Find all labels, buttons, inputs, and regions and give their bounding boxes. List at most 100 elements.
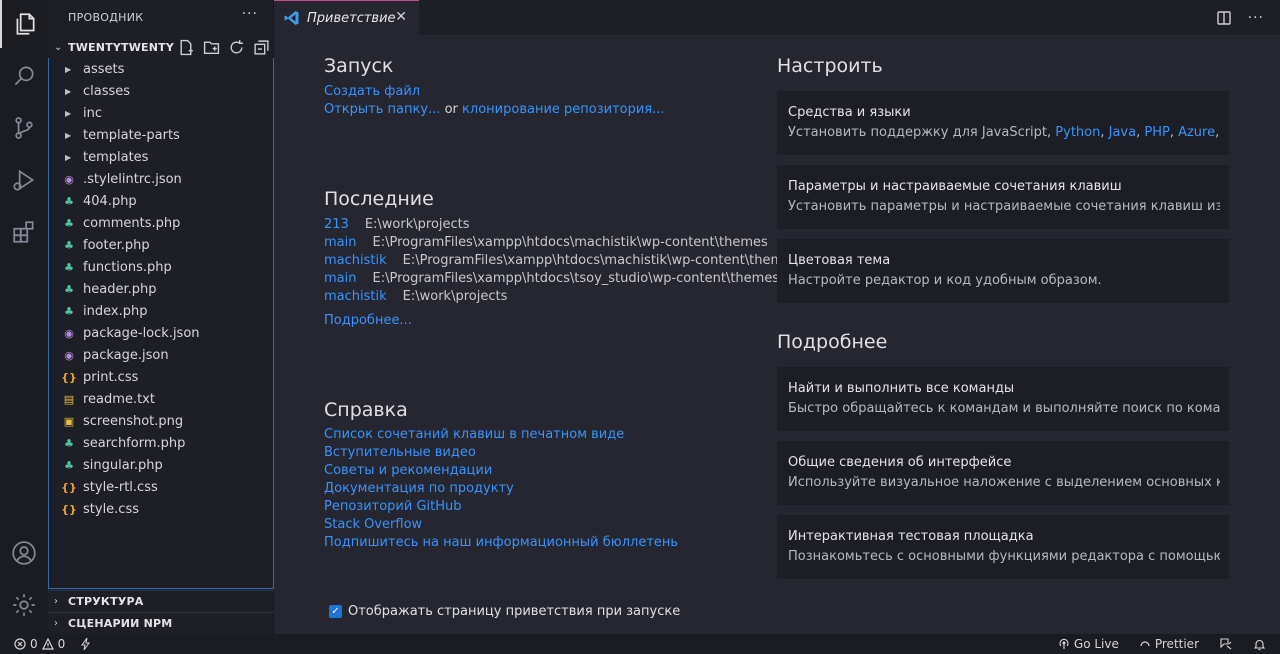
manage-button[interactable] bbox=[0, 581, 48, 629]
help-link[interactable]: Репозиторий GitHub bbox=[324, 499, 462, 514]
outline-section[interactable]: › СТРУКТУРА bbox=[48, 590, 274, 612]
card-highlight-link[interactable]: Python bbox=[1055, 125, 1100, 140]
tree-file[interactable]: ◉ package-lock.json bbox=[49, 322, 273, 344]
tree-file[interactable]: ♣ singular.php bbox=[49, 454, 273, 476]
tree-folder[interactable]: ▶ assets bbox=[49, 58, 273, 80]
explorer-button[interactable] bbox=[0, 0, 48, 48]
accounts-button[interactable] bbox=[0, 529, 48, 577]
recent-item-name[interactable]: main bbox=[324, 271, 356, 286]
tree-file[interactable]: ▤ readme.txt bbox=[49, 388, 273, 410]
recent-item-name[interactable]: machistik bbox=[324, 289, 387, 304]
feedback-button[interactable] bbox=[1219, 637, 1233, 651]
split-editor-icon[interactable] bbox=[1216, 10, 1232, 26]
tree-item-label: index.php bbox=[83, 303, 148, 319]
extensions-button[interactable] bbox=[0, 208, 48, 256]
php-file-icon: ♣ bbox=[64, 216, 74, 230]
run-debug-button[interactable] bbox=[0, 156, 48, 204]
help-link[interactable]: Список сочетаний клавиш в печатном виде bbox=[324, 427, 624, 442]
problems-indicator[interactable]: 0 0 bbox=[14, 637, 65, 651]
tree-folder[interactable]: ▶ classes bbox=[49, 80, 273, 102]
customize-card[interactable]: Средства и языки Установить поддержку для… bbox=[777, 91, 1229, 155]
tree-file[interactable]: ♣ header.php bbox=[49, 278, 273, 300]
explorer-more-icon[interactable]: ··· bbox=[242, 6, 258, 22]
lightning-icon[interactable] bbox=[81, 638, 91, 650]
tree-folder[interactable]: ▶ templates bbox=[49, 146, 273, 168]
card-highlight-link[interactable]: Java bbox=[1109, 125, 1136, 140]
warning-count: 0 bbox=[57, 637, 66, 651]
help-link[interactable]: Подпишитесь на наш информационный бюллет… bbox=[324, 535, 678, 550]
css-file-icon: {} bbox=[61, 502, 77, 516]
tree-file[interactable]: ♣ footer.php bbox=[49, 234, 273, 256]
recent-item-path: E:\work\projects bbox=[402, 289, 508, 304]
tree-item-label: template-parts bbox=[83, 127, 180, 143]
new-folder-icon[interactable] bbox=[203, 39, 220, 56]
tree-file[interactable]: ♣ comments.php bbox=[49, 212, 273, 234]
recent-item[interactable]: main E:\ProgramFiles\xampp\htdocs\tsoy_st… bbox=[324, 271, 779, 286]
tree-file[interactable]: ◉ package.json bbox=[49, 344, 273, 366]
workspace-folder-name: TWENTYTWENTY bbox=[68, 40, 175, 54]
clone-repo-link[interactable]: клонирование репозитория... bbox=[462, 102, 664, 117]
recent-item[interactable]: main E:\ProgramFiles\xampp\htdocs\machist… bbox=[324, 235, 768, 250]
tree-file[interactable]: ♣ 404.php bbox=[49, 190, 273, 212]
close-icon[interactable]: ✕ bbox=[395, 9, 407, 25]
tree-item-label: package-lock.json bbox=[83, 325, 200, 341]
recent-item-name[interactable]: main bbox=[324, 235, 356, 250]
tree-file[interactable]: ▣ screenshot.png bbox=[49, 410, 273, 432]
go-live-button[interactable]: Go Live bbox=[1058, 637, 1119, 651]
tree-file[interactable]: ◉ .stylelintrc.json bbox=[49, 168, 273, 190]
customize-card[interactable]: Цветовая тема Настройте редактор и код уд… bbox=[777, 239, 1229, 303]
recent-item-name[interactable]: machistik bbox=[324, 253, 387, 268]
show-on-startup[interactable]: ✓ Отображать страницу приветствия при за… bbox=[329, 604, 680, 619]
tree-file[interactable]: ♣ functions.php bbox=[49, 256, 273, 278]
error-icon bbox=[14, 638, 26, 650]
new-file-icon[interactable] bbox=[178, 39, 195, 56]
npm-scripts-section[interactable]: › СЦЕНАРИИ NPM bbox=[48, 612, 274, 634]
recent-item[interactable]: machistik E:\ProgramFiles\xampp\htdocs\ma… bbox=[324, 253, 798, 268]
recent-more-link[interactable]: Подробнее... bbox=[324, 313, 412, 328]
tab-welcome[interactable]: Приветствие ✕ bbox=[274, 0, 419, 35]
collapse-all-icon[interactable] bbox=[253, 39, 270, 56]
card-highlight-link[interactable]: PHP bbox=[1144, 125, 1169, 140]
tree-file[interactable]: {} style.css bbox=[49, 498, 273, 520]
prettier-button[interactable]: Prettier bbox=[1139, 637, 1199, 651]
tree-file[interactable]: ♣ searchform.php bbox=[49, 432, 273, 454]
help-link[interactable]: Советы и рекомендации bbox=[324, 463, 492, 478]
tree-item-label: package.json bbox=[83, 347, 169, 363]
tree-file[interactable]: ♣ index.php bbox=[49, 300, 273, 322]
notifications-button[interactable] bbox=[1253, 638, 1266, 651]
recent-item[interactable]: machistik E:\work\projects bbox=[324, 289, 507, 304]
card-highlight-link[interactable]: Azure bbox=[1178, 125, 1215, 140]
more-actions-icon[interactable]: ··· bbox=[1248, 10, 1264, 26]
tree-folder[interactable]: ▶ inc bbox=[49, 102, 273, 124]
run-debug-icon bbox=[13, 169, 35, 191]
recent-item[interactable]: 213 E:\work\projects bbox=[324, 217, 470, 232]
refresh-icon[interactable] bbox=[228, 39, 245, 56]
php-file-icon: ♣ bbox=[64, 304, 74, 318]
tree-item-label: .stylelintrc.json bbox=[83, 171, 182, 187]
search-button[interactable] bbox=[0, 52, 48, 100]
workspace-folder[interactable]: ⌄ TWENTYTWENTY bbox=[48, 36, 274, 58]
tree-folder[interactable]: ▶ template-parts bbox=[49, 124, 273, 146]
card-title: Общие сведения об интерфейсе bbox=[788, 455, 1012, 470]
recent-item-path: E:\work\projects bbox=[364, 217, 470, 232]
vscode-window: ПРОВОДНИК ··· ⌄ TWENTYTWENTY ▶ assets ▶ cla… bbox=[0, 0, 1280, 654]
tree-file[interactable]: {} print.css bbox=[49, 366, 273, 388]
tree-item-label: functions.php bbox=[83, 259, 172, 275]
learn-card[interactable]: Найти и выполнить все команды Быстро обра… bbox=[777, 367, 1229, 431]
json-file-icon: ◉ bbox=[64, 326, 74, 340]
open-folder-link[interactable]: Открыть папку... bbox=[324, 102, 440, 117]
files-icon bbox=[16, 13, 35, 35]
source-control-button[interactable] bbox=[0, 104, 48, 152]
help-link[interactable]: Вступительные видео bbox=[324, 445, 476, 460]
customize-heading: Настроить bbox=[777, 55, 883, 77]
customize-card[interactable]: Параметры и настраиваемые сочетания клав… bbox=[777, 165, 1229, 229]
show-on-startup-checkbox[interactable]: ✓ bbox=[329, 605, 342, 618]
help-link[interactable]: Документация по продукту bbox=[324, 481, 514, 496]
new-file-link[interactable]: Создать файл bbox=[324, 84, 420, 99]
tree-file[interactable]: {} style-rtl.css bbox=[49, 476, 273, 498]
learn-card[interactable]: Интерактивная тестовая площадка Познакомь… bbox=[777, 515, 1229, 579]
status-left: 0 0 bbox=[14, 634, 91, 654]
help-link[interactable]: Stack Overflow bbox=[324, 517, 422, 532]
recent-item-name[interactable]: 213 bbox=[324, 217, 349, 232]
learn-card[interactable]: Общие сведения об интерфейсе Используйте … bbox=[777, 441, 1229, 505]
